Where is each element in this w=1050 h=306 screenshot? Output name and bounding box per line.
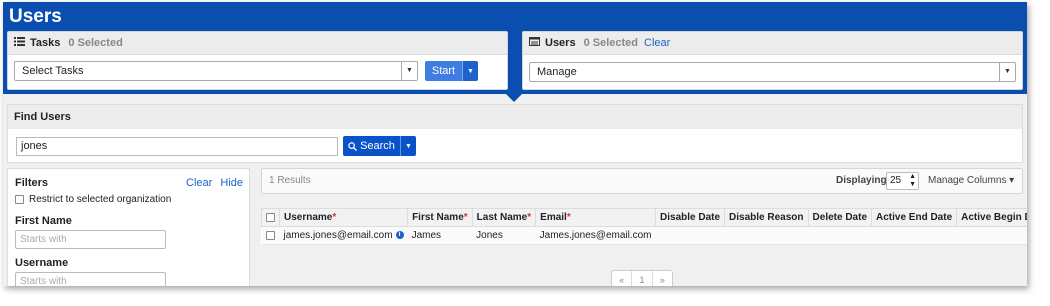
pagination: « 1 » bbox=[611, 270, 673, 286]
find-users-panel: Find Users jones Search ▼ bbox=[7, 104, 1023, 163]
column-header-label: First Name bbox=[412, 212, 464, 223]
delete-date-cell bbox=[808, 226, 872, 245]
table-row[interactable]: james.jones@email.com i James Jones James… bbox=[261, 226, 1027, 245]
filters-clear-link[interactable]: Clear bbox=[186, 177, 212, 189]
banner-pointer bbox=[506, 94, 522, 102]
column-header[interactable]: Last Name* bbox=[471, 208, 537, 227]
displaying-label: Displaying bbox=[836, 175, 887, 186]
user-list-icon bbox=[529, 37, 540, 49]
results-area: 1 Results Displaying 25 ▲ ▼ Manage Column… bbox=[261, 168, 1027, 286]
manage-columns-label: Manage Columns bbox=[928, 175, 1007, 186]
row-select-cell bbox=[261, 226, 280, 245]
search-button[interactable]: Search bbox=[343, 136, 400, 156]
users-selected-count: 0 Selected bbox=[583, 37, 638, 49]
start-dropdown-button[interactable]: ▼ bbox=[462, 61, 478, 81]
filters-hide-link[interactable]: Hide bbox=[220, 177, 243, 189]
username-field[interactable]: Starts with bbox=[15, 272, 166, 286]
restrict-org-option: Restrict to selected organization bbox=[15, 194, 171, 205]
row-checkbox[interactable] bbox=[265, 230, 275, 240]
restrict-org-label: Restrict to selected organization bbox=[29, 194, 172, 205]
column-header[interactable]: Delete Date bbox=[807, 208, 873, 227]
column-header[interactable]: Active End Date bbox=[870, 208, 958, 227]
results-count: 1 Results bbox=[269, 175, 311, 186]
pager-next-button[interactable]: » bbox=[653, 271, 672, 286]
users-clear-link[interactable]: Clear bbox=[644, 37, 670, 49]
disable-reason-cell bbox=[724, 226, 809, 245]
column-header-label: Email bbox=[540, 212, 567, 223]
active-begin-date-cell bbox=[956, 226, 1027, 245]
first-name-label: First Name bbox=[15, 215, 72, 227]
filters-title: Filters bbox=[15, 177, 49, 189]
page-title: Users bbox=[9, 6, 62, 27]
chevron-down-icon[interactable]: ▼ bbox=[401, 62, 417, 80]
chevron-down-icon: ▼ bbox=[467, 67, 474, 75]
first-name-field[interactable]: Starts with bbox=[15, 230, 166, 249]
search-button-label: Search bbox=[360, 140, 395, 152]
header-banner: Users Tasks 0 Selected Select Tasks ▼ St… bbox=[3, 2, 1027, 94]
select-all-cell bbox=[261, 208, 280, 227]
filters-actions: Clear Hide bbox=[181, 177, 243, 189]
chevron-down-icon: ▼ bbox=[405, 142, 412, 150]
tasks-selected-count: 0 Selected bbox=[68, 37, 123, 49]
search-dropdown-button[interactable]: ▼ bbox=[400, 136, 416, 156]
column-header[interactable]: Username* bbox=[278, 208, 409, 227]
select-all-checkbox[interactable] bbox=[266, 212, 275, 222]
task-list-icon bbox=[14, 37, 25, 49]
last-name-cell: Jones bbox=[472, 226, 536, 245]
results-toolbar: 1 Results Displaying 25 ▲ ▼ Manage Column… bbox=[261, 168, 1023, 194]
username-value[interactable]: james.jones@email.com bbox=[284, 230, 393, 241]
manage-columns-button[interactable]: Manage Columns ▾ bbox=[928, 175, 1014, 186]
restrict-org-checkbox[interactable] bbox=[15, 195, 24, 204]
pager-prev-button[interactable]: « bbox=[612, 271, 633, 286]
first-name-cell: James bbox=[407, 226, 473, 245]
search-input[interactable]: jones bbox=[16, 137, 338, 156]
column-header-label: Last Name bbox=[476, 212, 528, 223]
search-icon bbox=[348, 141, 358, 151]
results-table: Username* First Name* Last Name* Email* … bbox=[261, 208, 1027, 245]
users-panel-header: Users 0 Selected Clear bbox=[523, 32, 1022, 55]
pager-page-button[interactable]: 1 bbox=[632, 271, 653, 286]
start-button[interactable]: Start bbox=[425, 61, 462, 81]
tasks-panel-header: Tasks 0 Selected bbox=[8, 32, 507, 55]
username-label: Username bbox=[15, 257, 69, 269]
chevron-down-icon[interactable]: ▼ bbox=[999, 63, 1015, 81]
tasks-select-value: Select Tasks bbox=[22, 65, 84, 77]
users-panel: Users 0 Selected Clear Manage ▼ bbox=[522, 31, 1023, 90]
filters-panel: Filters Clear Hide Restrict to selected … bbox=[7, 168, 250, 286]
tasks-select[interactable]: Select Tasks ▼ bbox=[14, 61, 418, 81]
users-manage-select[interactable]: Manage ▼ bbox=[529, 62, 1016, 82]
column-header[interactable]: Disable Date bbox=[655, 208, 726, 227]
app-frame: Users Tasks 0 Selected Select Tasks ▼ St… bbox=[3, 2, 1027, 286]
column-header[interactable]: First Name* bbox=[407, 208, 473, 227]
active-end-date-cell bbox=[871, 226, 957, 245]
column-header[interactable]: Disable Reason bbox=[724, 208, 809, 227]
page-size-select[interactable]: 25 ▲ ▼ bbox=[886, 172, 919, 190]
column-header[interactable]: Email* bbox=[535, 208, 657, 227]
up-down-icon: ▲ ▼ bbox=[909, 173, 916, 188]
table-header-row: Username* First Name* Last Name* Email* … bbox=[261, 208, 1027, 227]
users-title: Users bbox=[545, 37, 576, 49]
users-select-value: Manage bbox=[537, 66, 577, 78]
info-icon[interactable]: i bbox=[395, 231, 404, 240]
email-cell: James.jones@email.com bbox=[535, 226, 656, 245]
username-cell: james.jones@email.com i bbox=[279, 226, 408, 245]
tasks-title: Tasks bbox=[30, 37, 61, 49]
column-header-label: Username bbox=[284, 212, 333, 223]
page-size-value: 25 bbox=[890, 175, 902, 186]
column-header[interactable]: Active Begin Date bbox=[956, 208, 1027, 227]
disable-date-cell bbox=[655, 226, 725, 245]
find-users-title: Find Users bbox=[8, 105, 1022, 129]
